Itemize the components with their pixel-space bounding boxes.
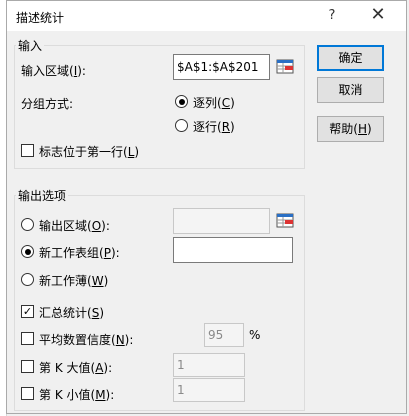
confidence-level-label: 平均数置信度(N): (39, 333, 134, 347)
output-range-label: 输出区域(O): (39, 219, 110, 233)
help-question-icon[interactable]: ? (317, 4, 347, 28)
labels-first-row-checkbox[interactable] (21, 144, 34, 157)
title-bar: 描述统计 ? ✕ (7, 1, 406, 31)
kth-smallest-field[interactable] (173, 378, 245, 402)
kth-largest-field[interactable] (173, 353, 245, 377)
kth-smallest-label: 第 K 小值(M): (39, 388, 115, 402)
confidence-level-checkbox[interactable] (21, 332, 34, 345)
output-group-legend: 输出选项 (16, 187, 69, 204)
new-sheet-label: 新工作表组(P): (39, 246, 120, 260)
output-range-field[interactable] (173, 208, 270, 234)
summary-stats-checkbox[interactable]: ✓ (21, 305, 34, 318)
kth-largest-checkbox[interactable] (21, 360, 34, 373)
grouping-label: 分组方式: (21, 97, 74, 111)
new-sheet-name-field[interactable] (173, 237, 293, 263)
input-range-label: 输入区域(I): (21, 64, 86, 78)
summary-stats-label: 汇总统计(S) (39, 306, 104, 320)
confidence-level-field[interactable] (204, 323, 244, 347)
labels-first-row-label: 标志位于第一行(L) (39, 145, 140, 159)
cancel-button[interactable]: 取消 (317, 77, 384, 103)
dialog-title: 描述统计 (16, 11, 65, 25)
by-column-radio[interactable] (175, 95, 188, 108)
percent-unit: % (249, 328, 261, 342)
ok-button[interactable]: 确定 (317, 45, 384, 71)
new-sheet-radio[interactable] (21, 245, 34, 258)
new-workbook-label: 新工作薄(W) (39, 274, 109, 288)
by-row-radio[interactable] (175, 119, 188, 132)
by-row-label: 逐行(R) (193, 120, 235, 134)
close-icon[interactable]: ✕ (363, 4, 393, 28)
new-workbook-radio[interactable] (21, 273, 34, 286)
by-column-label: 逐列(C) (193, 96, 235, 110)
range-select-icon[interactable] (276, 57, 296, 77)
input-range-field[interactable] (173, 54, 270, 80)
descriptive-statistics-dialog: 描述统计 ? ✕ 输入 输入区域(I): 分组方式: 逐列(C) 逐行(R) 标… (6, 0, 407, 414)
help-button[interactable]: 帮助(H) (317, 116, 384, 142)
input-group-legend: 输入 (16, 37, 45, 54)
output-range-radio[interactable] (21, 218, 34, 231)
kth-smallest-checkbox[interactable] (21, 387, 34, 400)
kth-largest-label: 第 K 大值(A): (39, 361, 113, 375)
output-range-select-icon[interactable] (276, 211, 296, 231)
